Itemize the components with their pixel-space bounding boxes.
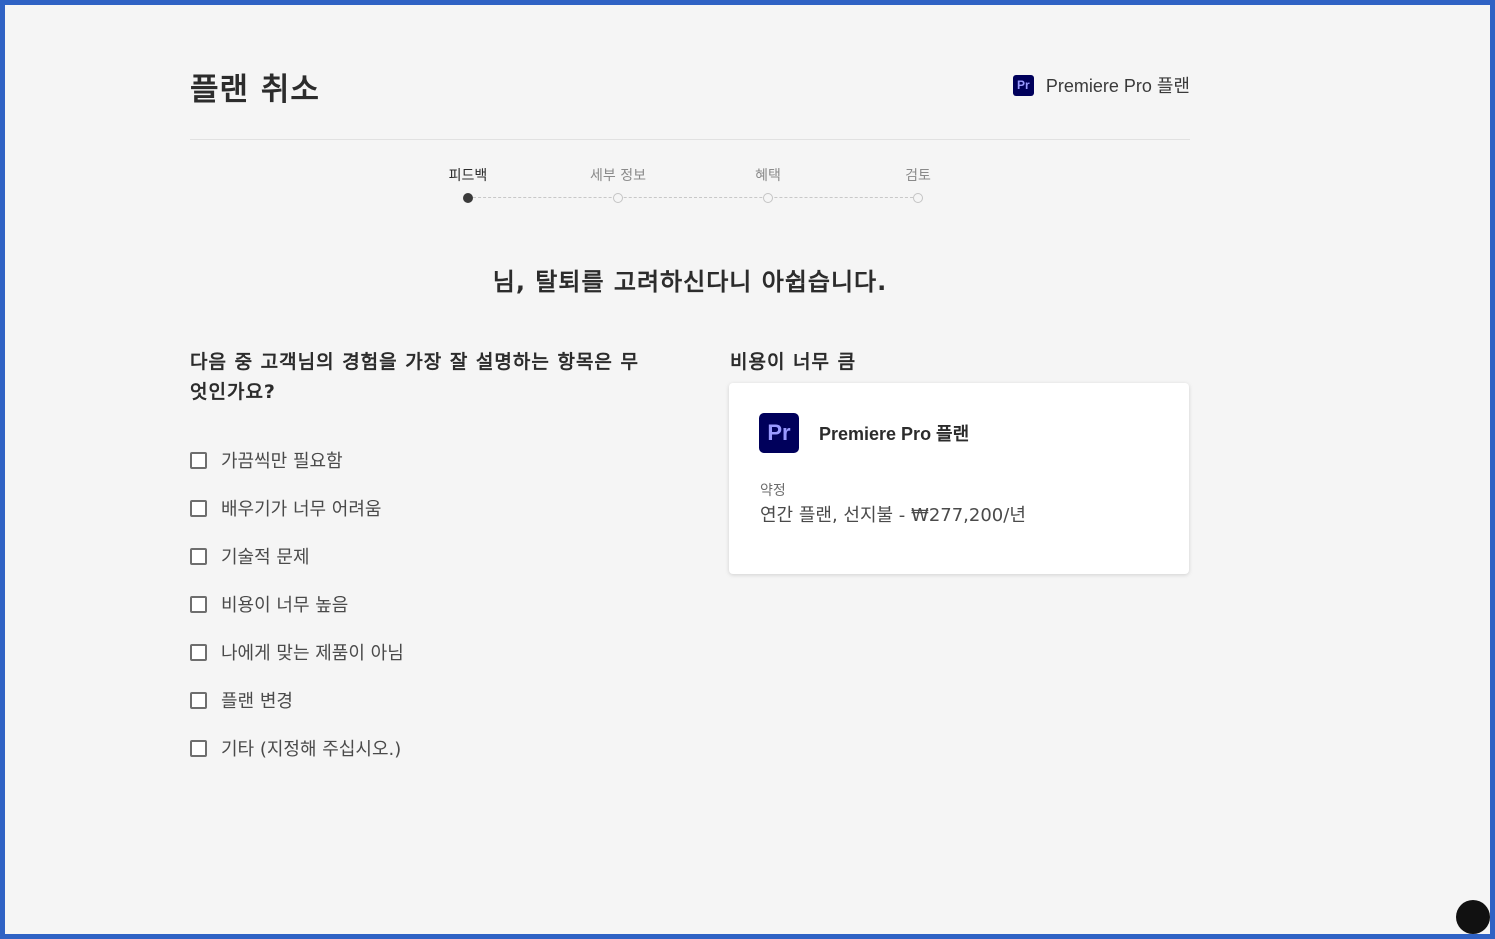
premiere-pro-icon: Pr	[759, 413, 799, 453]
current-plan-name: Premiere Pro 플랜	[1045, 76, 1190, 96]
checkbox[interactable]	[190, 499, 207, 517]
plan-card: Pr Premiere Pro 플랜 약정 연간 플랜, 선지불 - ₩277,…	[729, 383, 1189, 574]
checkbox[interactable]	[190, 451, 207, 469]
step-benefits: 혜택	[693, 165, 843, 203]
step-label: 검토	[905, 168, 931, 184]
step-label: 혜택	[755, 168, 781, 184]
checkbox[interactable]	[190, 643, 207, 661]
step-review: 검토	[843, 165, 993, 203]
checkbox[interactable]	[190, 739, 207, 757]
option-label: 기술적 문제	[221, 547, 310, 568]
option-label: 플랜 변경	[221, 691, 293, 712]
option-label: 나에게 맞는 제품이 아님	[221, 643, 404, 664]
page-title: 플랜 취소	[190, 72, 320, 108]
term-label: 약정	[760, 483, 786, 499]
page-frame: 플랜 취소 Pr Premiere Pro 플랜 피드백 세부 정보 혜택 검토…	[5, 5, 1490, 934]
step-label: 피드백	[448, 168, 488, 184]
step-details: 세부 정보	[543, 165, 693, 203]
checkbox[interactable]	[190, 595, 207, 613]
progress-stepper: 피드백 세부 정보 혜택 검토	[449, 165, 931, 215]
step-dot	[913, 193, 923, 203]
farewell-heading: 님, 탈퇴를 고려하신다니 아쉽습니다.	[492, 268, 888, 296]
page-header: 플랜 취소 Pr Premiere Pro 플랜	[190, 60, 1190, 140]
option-other[interactable]: 기타 (지정해 주십시오.)	[190, 718, 404, 778]
watermark-logo	[1456, 900, 1490, 934]
option-label: 기타 (지정해 주십시오.)	[221, 739, 402, 760]
checkbox[interactable]	[190, 691, 207, 709]
checkbox[interactable]	[190, 547, 207, 565]
step-label: 세부 정보	[590, 168, 646, 184]
step-feedback: 피드백	[393, 165, 543, 203]
step-dot	[613, 193, 623, 203]
step-dot	[763, 193, 773, 203]
option-label: 비용이 너무 높음	[221, 595, 349, 616]
plan-card-name: Premiere Pro 플랜	[819, 424, 970, 444]
current-plan: Pr Premiere Pro 플랜	[1012, 72, 1190, 98]
feedback-question: 다음 중 고객님의 경험을 가장 잘 설명하는 항목은 무엇인가요?	[190, 351, 639, 403]
option-label: 배우기가 너무 어려움	[221, 499, 382, 520]
step-dot	[463, 193, 473, 203]
feedback-options: 가끔씩만 필요함 배우기가 너무 어려움 기술적 문제 비용이 너무 높음 나에…	[190, 430, 404, 778]
term-value: 연간 플랜, 선지불 - ₩277,200/년	[760, 505, 1026, 526]
premiere-pro-icon: Pr	[1012, 74, 1034, 96]
reason-title: 비용이 너무 큼	[730, 351, 857, 373]
option-label: 가끔씩만 필요함	[221, 451, 343, 472]
plan-card-header: Pr Premiere Pro 플랜	[759, 413, 969, 453]
